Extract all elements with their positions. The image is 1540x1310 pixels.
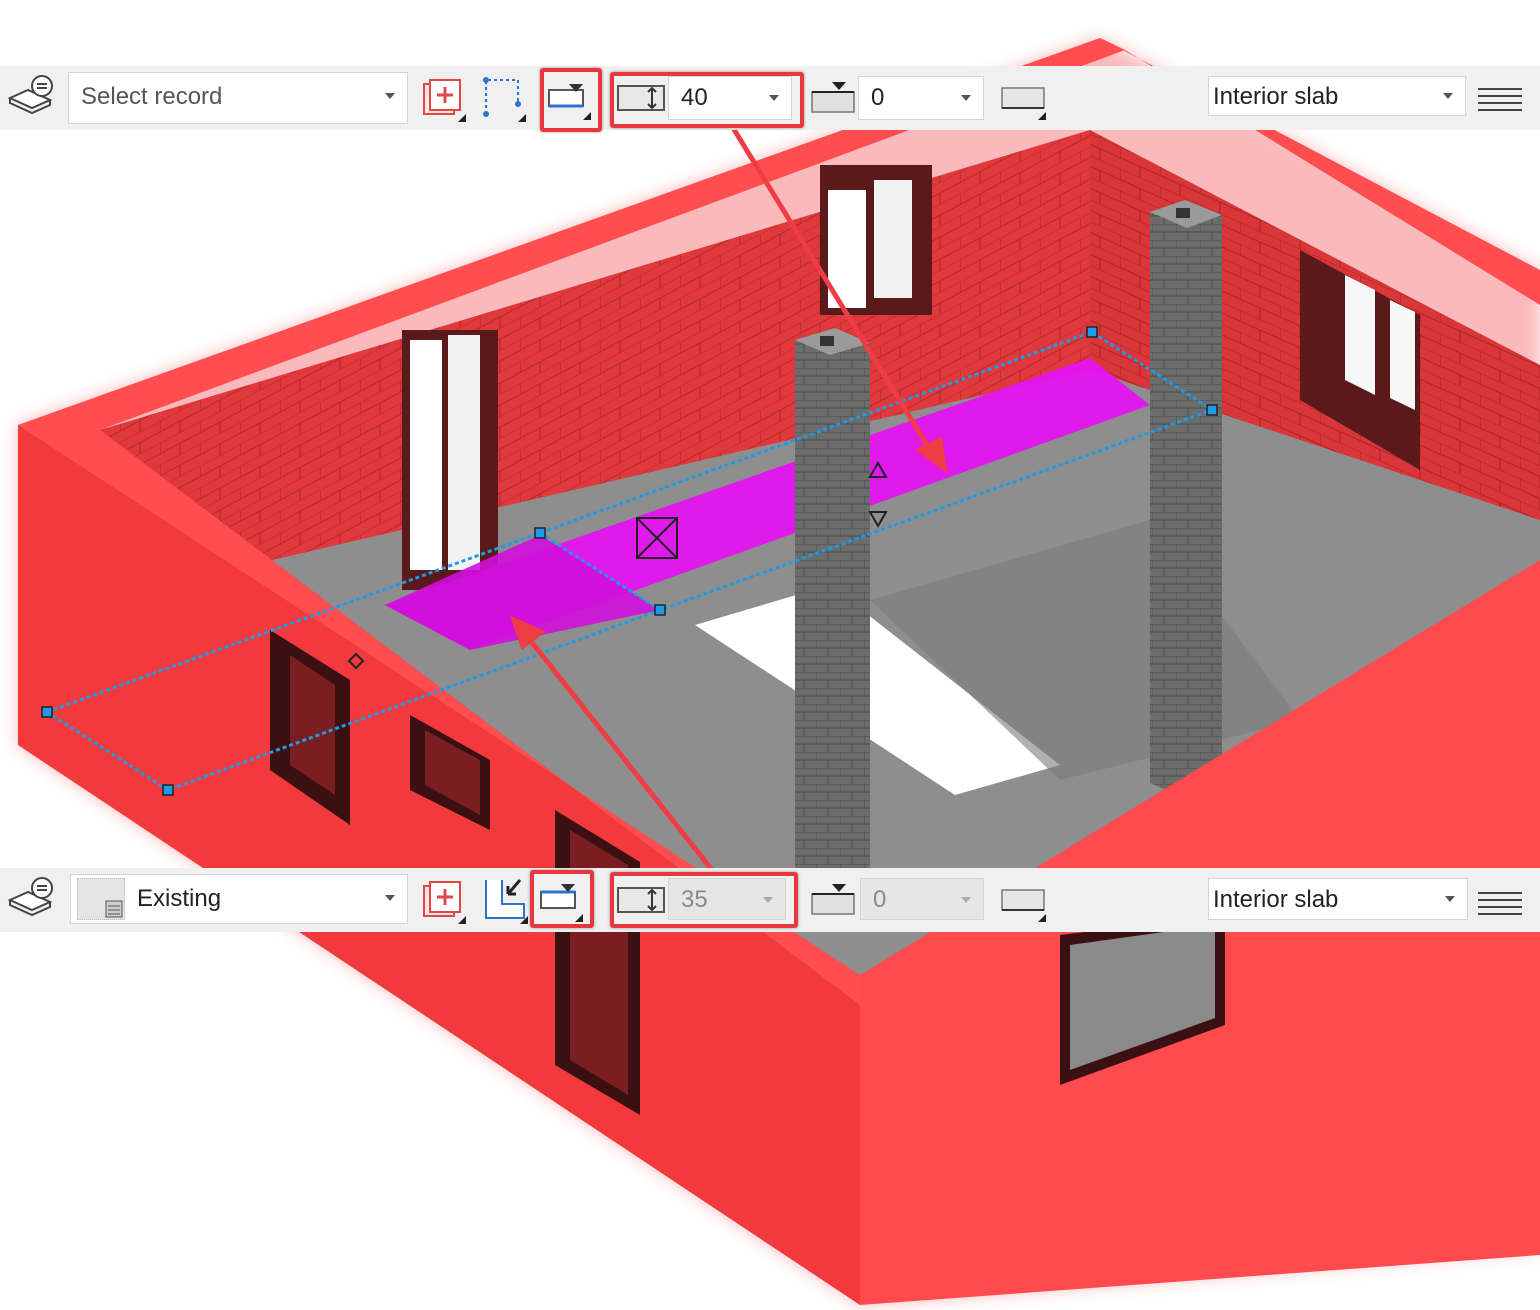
chevron-down-icon	[1443, 93, 1453, 99]
window-back-2	[820, 165, 932, 315]
model-viewport[interactable]	[0, 0, 1540, 1310]
slab-properties-icon[interactable]	[6, 72, 56, 116]
material-select[interactable]: Interior slab	[1208, 76, 1466, 116]
reference-position-highlight	[530, 870, 594, 928]
top-toolbar: Select record 40 0 Interior slab	[0, 66, 1540, 132]
record-select-value: Existing	[137, 885, 222, 912]
record-select[interactable]: Existing	[70, 874, 408, 924]
add-element-icon[interactable]	[422, 880, 466, 924]
chevron-down-icon	[385, 93, 395, 99]
reference-position-highlight	[540, 68, 602, 132]
record-select-value: Select record	[81, 83, 223, 110]
offset-value: 0	[871, 84, 885, 111]
offset-value: 0	[873, 886, 887, 913]
chevron-down-icon	[1445, 896, 1455, 902]
slab-properties-icon[interactable]	[6, 874, 56, 918]
material-select[interactable]: Interior slab	[1208, 878, 1468, 920]
material-value: Interior slab	[1213, 886, 1339, 913]
column-right[interactable]	[1150, 200, 1222, 798]
offset-input[interactable]: 0	[860, 878, 984, 920]
add-element-icon[interactable]	[422, 78, 466, 122]
thickness-highlight	[610, 72, 804, 128]
window-front-3	[555, 810, 640, 1115]
material-value: Interior slab	[1213, 83, 1339, 110]
polygon-input-icon[interactable]	[478, 74, 528, 122]
line-style-icon[interactable]	[1478, 88, 1522, 114]
window-back-1	[402, 330, 498, 590]
record-select[interactable]: Select record	[68, 72, 408, 124]
surface-style-icon[interactable]	[998, 80, 1048, 120]
offset-icon	[810, 78, 856, 118]
thickness-highlight	[610, 872, 798, 928]
record-preview-icon	[77, 878, 125, 920]
pick-element-icon[interactable]	[480, 876, 530, 924]
chevron-down-icon	[961, 95, 971, 101]
offset-input[interactable]: 0	[858, 76, 984, 120]
line-style-icon[interactable]	[1478, 892, 1522, 918]
chevron-down-icon	[961, 897, 971, 903]
chevron-down-icon	[385, 895, 395, 901]
column-left[interactable]	[795, 328, 870, 895]
bottom-toolbar: Existing 35 0 Interior slab	[0, 868, 1540, 932]
offset-icon	[810, 880, 856, 920]
surface-style-icon[interactable]	[998, 882, 1048, 922]
